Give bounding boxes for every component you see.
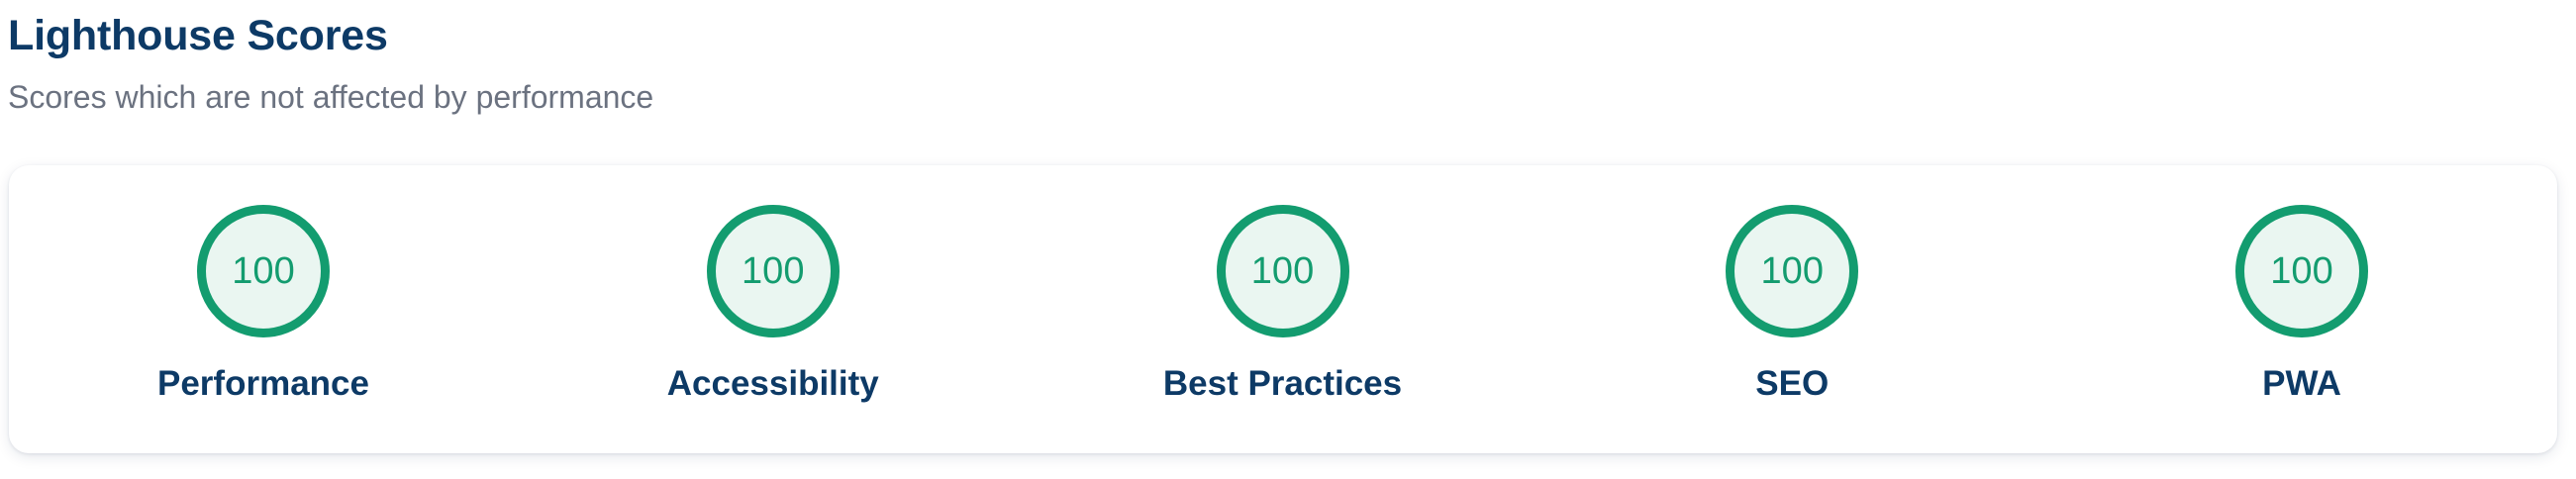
score-gauge-pwa: 100 (2235, 205, 2368, 337)
score-item-performance: 100 Performance (46, 165, 481, 406)
score-value-seo: 100 (1760, 250, 1824, 292)
score-value-pwa: 100 (2270, 250, 2333, 292)
score-label-performance: Performance (157, 364, 369, 403)
score-gauge-seo: 100 (1726, 205, 1859, 337)
score-gauge-best-practices: 100 (1216, 205, 1349, 337)
score-value-best-practices: 100 (1250, 250, 1315, 292)
page-subtitle: Scores which are not affected by perform… (8, 79, 654, 115)
score-item-best-practices: 100 Best Practices (1065, 165, 1501, 406)
score-item-pwa: 100 PWA (2084, 165, 2520, 406)
score-gauge-accessibility: 100 (706, 205, 840, 337)
score-item-accessibility: 100 Accessibility (555, 165, 991, 406)
score-item-seo: 100 SEO (1574, 165, 2010, 406)
score-gauge-performance: 100 (197, 205, 330, 337)
score-value-accessibility: 100 (742, 250, 805, 292)
page-title: Lighthouse Scores (8, 12, 388, 59)
score-value-performance: 100 (232, 250, 295, 292)
score-label-seo: SEO (1755, 364, 1830, 403)
score-label-pwa: PWA (2262, 364, 2341, 403)
score-label-best-practices: Best Practices (1162, 364, 1403, 403)
score-label-accessibility: Accessibility (666, 364, 879, 403)
lighthouse-scores-card: 100 Performance 100 Accessibility 100 Be… (9, 165, 2557, 453)
